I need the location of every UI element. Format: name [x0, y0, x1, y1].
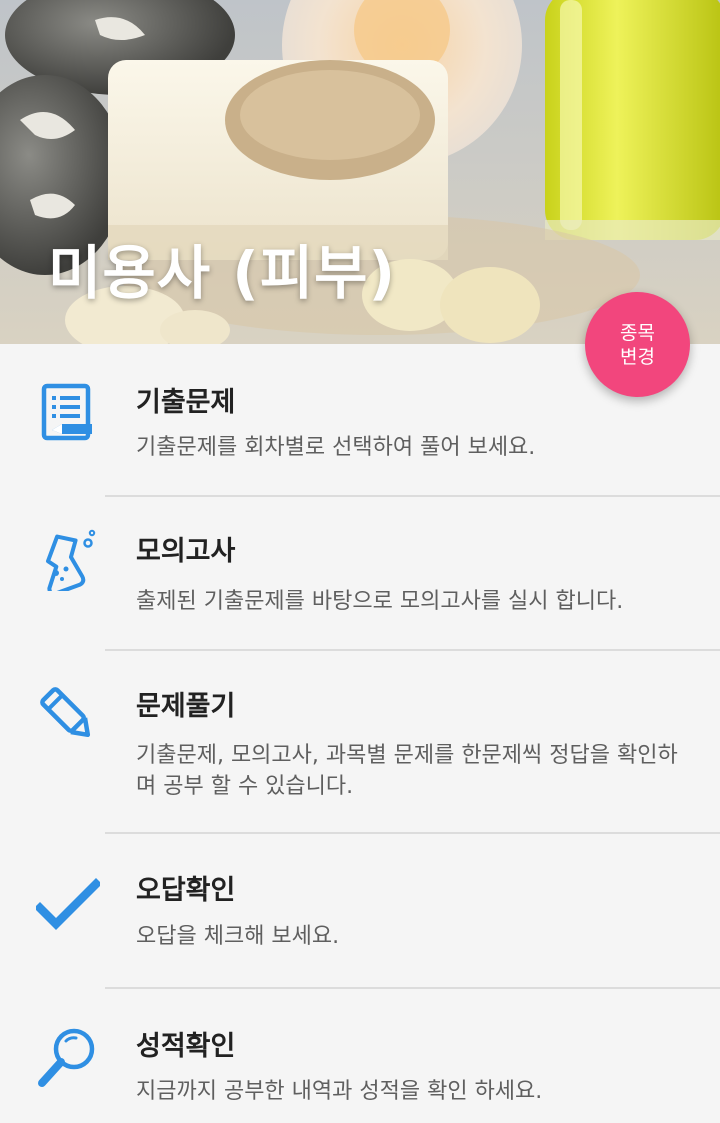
menu-item-title: 문제풀기: [136, 691, 236, 722]
notebook-icon: [41, 383, 92, 441]
menu-item-scores[interactable]: 성적확인 지금까지 공부한 내역과 성적을 확인 하세요.: [0, 989, 720, 1123]
hero-banner: 미용사 (피부): [0, 0, 720, 344]
magnifier-icon: [38, 1028, 95, 1087]
pencil-icon: [40, 687, 91, 738]
menu-item-title: 모의고사: [136, 536, 236, 567]
menu-item-description: 기출문제, 모의고사, 과목별 문제를 한문제씩 정답을 확인하며 공부 할 수…: [136, 743, 678, 799]
page-title: 미용사 (피부): [48, 239, 397, 307]
change-subject-label-line1: 종목: [620, 321, 655, 344]
menu-item-description: 오답을 체크해 보세요.: [136, 924, 340, 949]
change-subject-button[interactable]: 종목 변경: [585, 292, 690, 397]
menu-item-title: 기출문제: [136, 387, 236, 418]
change-subject-label-line2: 변경: [620, 345, 655, 368]
menu-item-title: 오답확인: [136, 875, 236, 906]
flask-icon: [45, 529, 96, 591]
menu-item-mock-exam[interactable]: 모의고사 출제된 기출문제를 바탕으로 모의고사를 실시 합니다.: [0, 497, 720, 650]
menu-item-practice[interactable]: 문제풀기 기출문제, 모의고사, 과목별 문제를 한문제씩 정답을 확인하며 공…: [0, 651, 720, 832]
menu-item-title: 성적확인: [136, 1031, 236, 1062]
menu-item-description: 출제된 기출문제를 바탕으로 모의고사를 실시 합니다.: [136, 589, 624, 614]
menu-item-description: 기출문제를 회차별로 선택하여 풀어 보세요.: [136, 435, 536, 460]
menu-item-description: 지금까지 공부한 내역과 성적을 확인 하세요.: [136, 1079, 543, 1104]
checkmark-icon: [36, 878, 100, 930]
menu-item-wrong-answers[interactable]: 오답확인 오답을 체크해 보세요.: [0, 834, 720, 987]
